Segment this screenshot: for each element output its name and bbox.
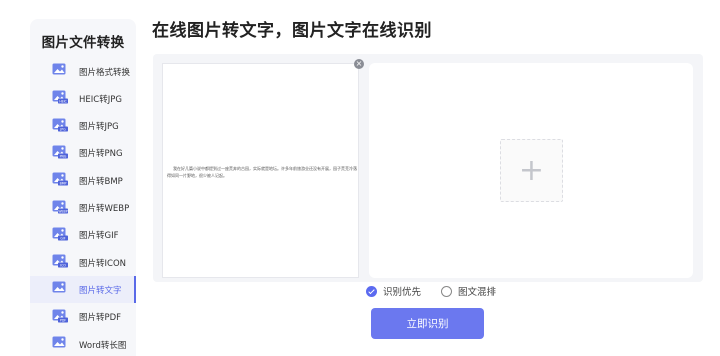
sidebar-item[interactable]: PDF 图片转PDF xyxy=(30,304,136,331)
sidebar-item-label: 图片转BMP xyxy=(79,176,123,187)
recognize-button[interactable]: 立即识别 xyxy=(371,308,484,339)
sidebar: 图片文件转换 图片格式转换 HEIC HEIC转JPG JPG 图片转JPG PNG 图片转… xyxy=(30,19,136,356)
add-image-button[interactable]: + xyxy=(500,139,563,202)
sidebar-item-label: 图片转PDF xyxy=(79,313,122,324)
webp-file-icon: WEBP xyxy=(52,200,68,213)
sidebar-item-label: HEIC转JPG xyxy=(79,94,122,105)
sidebar-item[interactable]: 图片转文字 xyxy=(30,276,136,304)
text-file-icon xyxy=(52,281,66,293)
icon-badge: PNG xyxy=(60,154,67,158)
icon-badge: BMP xyxy=(60,182,67,186)
icon-badge: JPG xyxy=(59,127,66,131)
sidebar-item[interactable]: JPG 图片转JPG xyxy=(30,113,136,140)
word-file-icon xyxy=(52,336,66,348)
sidebar-item[interactable]: HEIC HEIC转JPG xyxy=(30,85,136,112)
icon-badge: ICO xyxy=(60,264,66,268)
icon-badge: PDF xyxy=(60,318,66,322)
remove-image-button[interactable]: × xyxy=(354,59,364,69)
sidebar-item-label: 图片转GIF xyxy=(79,231,119,242)
radio-checked-icon[interactable] xyxy=(366,285,377,297)
sidebar-item[interactable]: BMP 图片转BMP xyxy=(30,167,136,194)
sidebar-item[interactable]: 图片格式转换 xyxy=(30,58,136,85)
page-title: 在线图片转文字，图片文字在线识别 xyxy=(152,21,432,41)
png-file-icon: PNG xyxy=(52,145,68,158)
sidebar-item-label: 图片格式转换 xyxy=(79,67,131,78)
sidebar-item-label: 图片转WEBP xyxy=(79,204,130,214)
option-mixed-layout[interactable]: 图文混排 xyxy=(441,284,496,298)
icon-file-icon: ICO xyxy=(52,254,68,268)
icon-badge: HEIC xyxy=(59,100,67,104)
sidebar-item-label: 图片转PNG xyxy=(79,149,123,160)
sidebar-item[interactable]: Word转长图 xyxy=(30,331,136,356)
sidebar-item-label: 图片转JPG xyxy=(79,122,119,133)
sidebar-item[interactable]: WEBP 图片转WEBP xyxy=(30,195,136,222)
close-icon: × xyxy=(355,59,363,68)
sidebar-item-label: 图片转ICON xyxy=(79,258,126,269)
sidebar-item[interactable]: PNG 图片转PNG xyxy=(30,140,136,167)
plus-icon: + xyxy=(518,152,545,188)
option-label: 图文混排 xyxy=(458,287,497,298)
option-label: 识别优先 xyxy=(383,287,422,298)
icon-badge: GIF xyxy=(60,236,65,240)
image-icon xyxy=(52,63,66,75)
uploaded-image-preview: 我在好几篇小说中都提到过一座荒弃的古园，实际就是地坛。许多年前旅游业还没有开展，… xyxy=(162,63,359,278)
jpg-file-icon: JPG xyxy=(52,118,68,131)
sidebar-item[interactable]: GIF 图片转GIF xyxy=(30,222,136,249)
icon-badge: WEBP xyxy=(58,209,67,213)
radio-unchecked-icon[interactable] xyxy=(441,285,452,297)
sidebar-item[interactable]: ICO 图片转ICON xyxy=(30,249,136,276)
bmp-file-icon: BMP xyxy=(52,172,68,186)
option-recognition-priority[interactable]: 识别优先 xyxy=(366,284,421,298)
heic-file-icon: HEIC xyxy=(52,90,68,104)
document-text: 我在好几篇小说中都提到过一座荒弃的古园，实际就是地坛。许多年前旅游业还没有开展，… xyxy=(167,166,357,178)
sidebar-title: 图片文件转换 xyxy=(41,35,125,51)
gif-file-icon: GIF xyxy=(52,227,68,240)
sidebar-item-label: Word转长图 xyxy=(79,340,127,351)
pdf-file-icon: PDF xyxy=(52,309,68,322)
sidebar-item-label: 图片转文字 xyxy=(79,285,122,296)
